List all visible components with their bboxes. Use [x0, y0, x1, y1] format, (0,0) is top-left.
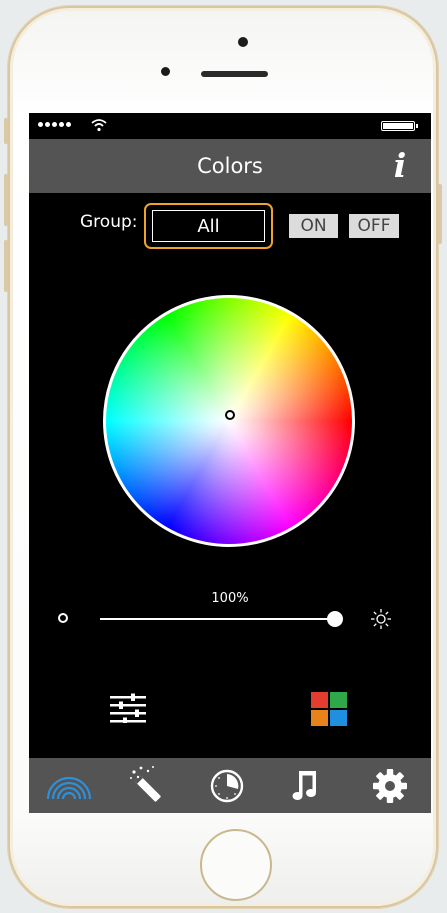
- volume-down-button[interactable]: [4, 240, 8, 292]
- brightness-icon: [371, 609, 391, 629]
- rainbow-icon: [46, 776, 92, 800]
- nav-bar: Colors i: [29, 139, 431, 193]
- info-icon[interactable]: i: [385, 149, 415, 183]
- signal-dots-icon: [38, 122, 71, 127]
- front-camera-icon: [161, 67, 170, 76]
- music-icon: [292, 771, 316, 800]
- magic-wand-icon: [130, 766, 161, 802]
- mute-switch[interactable]: [4, 118, 8, 144]
- brightness-value: 100%: [211, 591, 249, 606]
- off-button[interactable]: OFF: [349, 214, 399, 238]
- tab-colors[interactable]: [39, 758, 99, 813]
- dim-icon: [58, 613, 68, 623]
- tab-music[interactable]: [277, 758, 337, 813]
- group-label: Group:: [80, 212, 138, 232]
- power-button[interactable]: [438, 184, 442, 244]
- brightness-slider[interactable]: [100, 618, 335, 620]
- tab-settings[interactable]: [360, 758, 420, 813]
- status-bar: [29, 113, 431, 139]
- tab-effects[interactable]: [117, 758, 177, 813]
- volume-up-button[interactable]: [4, 174, 8, 226]
- wifi-icon: [91, 119, 107, 132]
- speaker-grille: [201, 71, 268, 77]
- app-screen: Colors i Group: All ON OFF 100%: [29, 113, 431, 813]
- color-wheel-cursor[interactable]: [225, 410, 235, 420]
- group-select[interactable]: All: [144, 203, 273, 249]
- brightness-slider-thumb[interactable]: [327, 611, 343, 627]
- page-title: Colors: [197, 154, 263, 178]
- battery-icon: [381, 121, 418, 131]
- color-wheel[interactable]: [103, 295, 355, 547]
- gear-icon: [373, 769, 407, 803]
- palette-icon[interactable]: [311, 692, 347, 726]
- home-button[interactable]: [200, 829, 272, 901]
- tab-bar: [29, 758, 431, 813]
- on-button[interactable]: ON: [289, 214, 338, 238]
- camera-icon: [238, 37, 248, 47]
- mixer-icon[interactable]: [109, 693, 147, 723]
- group-select-value: All: [152, 210, 265, 242]
- tab-timer[interactable]: [197, 758, 257, 813]
- timer-icon: [210, 769, 244, 803]
